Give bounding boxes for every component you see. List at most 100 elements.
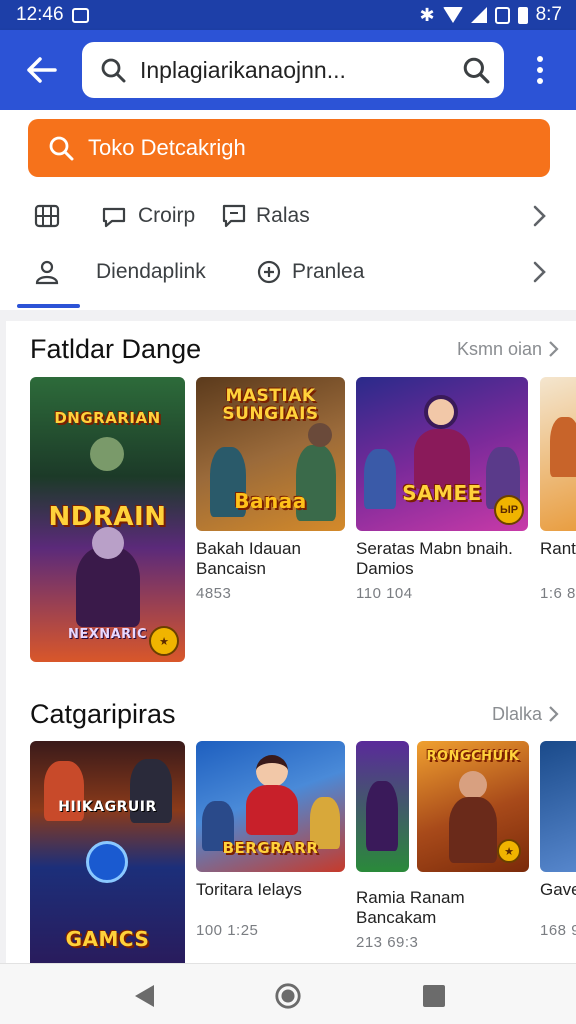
- filter-chip-label: Croirp: [138, 204, 196, 227]
- game-thumbnail: BERGRARR: [196, 741, 345, 872]
- plus-circle-icon: [257, 260, 281, 284]
- game-card-info: Ramia Ranam Bancakam 213 69:3: [356, 880, 556, 951]
- section-header: Catgaripiras Dlalka: [30, 694, 560, 734]
- section-title: Catgaripiras: [30, 698, 176, 729]
- search-submit-icon[interactable]: [462, 56, 490, 84]
- person-icon: [35, 260, 59, 285]
- search-input[interactable]: Inplagiarikanaojnn...: [82, 42, 504, 98]
- square-recents-icon: [423, 985, 445, 1007]
- content-area: Fatldar Dange Ksmn oian DNGRARIAN NDRAIN…: [6, 321, 576, 963]
- game-title: Ramia Ranam Bancakam: [356, 888, 465, 927]
- back-button[interactable]: [22, 50, 62, 90]
- game-meta: 4853: [196, 585, 232, 602]
- game-title: Bakah Idauan Bancaisn: [196, 539, 301, 578]
- character-art: [424, 395, 458, 429]
- game-card[interactable]: SAMEE ЫP Seratas Mabn bnaih. Damios 110 …: [356, 377, 531, 602]
- game-card[interactable]: MASTIAK SUNGIAIS Banaa Bakah Idauan Banc…: [196, 377, 346, 602]
- game-meta: 100 1:25: [196, 922, 259, 939]
- chat-bubble-icon: [102, 207, 126, 228]
- store-filter-button[interactable]: Toko Detcakrigh: [28, 119, 550, 177]
- more-options-icon[interactable]: [522, 50, 558, 90]
- see-all-label: Ksmn oian: [456, 338, 542, 359]
- game-meta: 213 69:3: [356, 934, 419, 951]
- game-card[interactable]: Gave 168 9: [540, 741, 576, 939]
- system-nav-bar: [0, 963, 576, 1024]
- filter-chip-label: Diendaplink: [96, 260, 206, 283]
- chevron-right-icon[interactable]: [532, 204, 548, 228]
- art-title-text: SAMEE: [402, 481, 482, 505]
- filter-area: Toko Detcakrigh Croirp Ralas Diendaplink…: [0, 110, 576, 310]
- nav-home-button[interactable]: [274, 982, 302, 1010]
- battery-text: 8:7: [535, 4, 562, 25]
- character-art: [308, 423, 332, 447]
- game-card[interactable]: BERGRARR Toritara Ielays 100 1:25: [196, 741, 346, 939]
- filter-chip-label: Pranlea: [292, 260, 365, 283]
- chevron-right-icon[interactable]: [532, 260, 548, 284]
- filter-row-2: Diendaplink Pranlea: [0, 244, 576, 300]
- game-meta: 168 9: [540, 922, 576, 939]
- nav-back-button[interactable]: [130, 982, 158, 1010]
- filter-chip-label: Ralas: [256, 204, 310, 227]
- game-thumbnail: SAMEE ЫP: [356, 377, 528, 531]
- filter-chip-pranlea[interactable]: Pranlea: [256, 259, 364, 285]
- filter-row-1: Croirp Ralas: [0, 188, 576, 244]
- character-art: [366, 781, 398, 851]
- filter-chip-tag[interactable]: [33, 202, 61, 230]
- chevron-right-icon: [549, 706, 559, 722]
- game-card[interactable]: RONGCHUIK ★: [417, 741, 532, 872]
- game-card[interactable]: [356, 741, 416, 872]
- game-card[interactable]: Rant 1:6 8: [540, 377, 576, 602]
- status-time: 12:46: [16, 4, 64, 25]
- notification-icon: [71, 7, 89, 23]
- see-all-link[interactable]: Dlalka: [492, 704, 560, 725]
- badge-icon: ★: [497, 839, 521, 863]
- game-thumbnail: RONGCHUIK ★: [417, 741, 529, 872]
- game-title: Rant: [540, 539, 576, 558]
- character-art: [449, 797, 497, 863]
- game-thumbnail: DNGRARIAN NDRAIN NEXNARIC ★: [30, 377, 185, 662]
- game-title: Toritara Ielays: [196, 880, 302, 899]
- art-title-text: MASTIAK SUNGIAIS: [222, 386, 319, 424]
- character-art: [550, 417, 576, 477]
- message-square-icon: [222, 204, 246, 228]
- triangle-back-icon: [135, 985, 154, 1007]
- badge-icon: ЫP: [494, 495, 524, 525]
- active-tab-indicator: [17, 304, 80, 308]
- nav-recents-button[interactable]: [420, 982, 448, 1010]
- game-meta: 110 104: [356, 585, 413, 602]
- game-thumbnail: MASTIAK SUNGIAIS Banaa: [196, 377, 345, 531]
- filter-chip-croirp[interactable]: Croirp: [100, 203, 195, 229]
- character-art: [76, 547, 140, 627]
- store-filter-label: Toko Detcakrigh: [88, 135, 246, 160]
- art-title-text: RONGCHUIK: [426, 749, 520, 764]
- art-title-text: GAMCS: [65, 927, 150, 951]
- game-thumbnail: [540, 741, 576, 872]
- section-header: Fatldar Dange Ksmn oian: [30, 329, 560, 369]
- circle-home-icon: [275, 983, 301, 1009]
- back-arrow-icon: [27, 57, 57, 83]
- feature-game-card[interactable]: HIIKAGRUIR GAMCS: [30, 741, 185, 963]
- filter-chip-ralas[interactable]: Ralas: [222, 203, 310, 229]
- character-art: [414, 429, 470, 489]
- tag-icon: [34, 204, 60, 228]
- battery-icon: [517, 6, 528, 24]
- filter-chip-person[interactable]: [33, 258, 61, 286]
- game-title: Seratas Mabn bnaih. Damios: [356, 539, 513, 578]
- art-title-text: DNGRARIAN: [54, 409, 161, 427]
- search-icon: [101, 58, 126, 83]
- search-query: Inplagiarikanaojnn...: [140, 56, 346, 83]
- game-title: Gave: [540, 880, 576, 899]
- bluetooth-icon: ✱: [419, 4, 435, 25]
- see-all-label: Dlalka: [491, 703, 542, 724]
- character-art: [246, 785, 298, 835]
- section-title: Fatldar Dange: [30, 333, 202, 364]
- badge-icon: ★: [149, 626, 179, 656]
- data-icon: [494, 6, 510, 24]
- see-all-link[interactable]: Ksmn oian: [457, 339, 560, 360]
- filter-chip-diendaplink[interactable]: Diendaplink: [96, 260, 206, 284]
- art-subtitle-text: NEXNARIC: [67, 627, 148, 642]
- status-bar: 12:46 ✱ 8:7: [0, 0, 576, 30]
- feature-game-card[interactable]: DNGRARIAN NDRAIN NEXNARIC ★: [30, 377, 185, 662]
- art-badge-text: Banaa: [234, 489, 307, 513]
- chevron-right-icon: [549, 341, 559, 357]
